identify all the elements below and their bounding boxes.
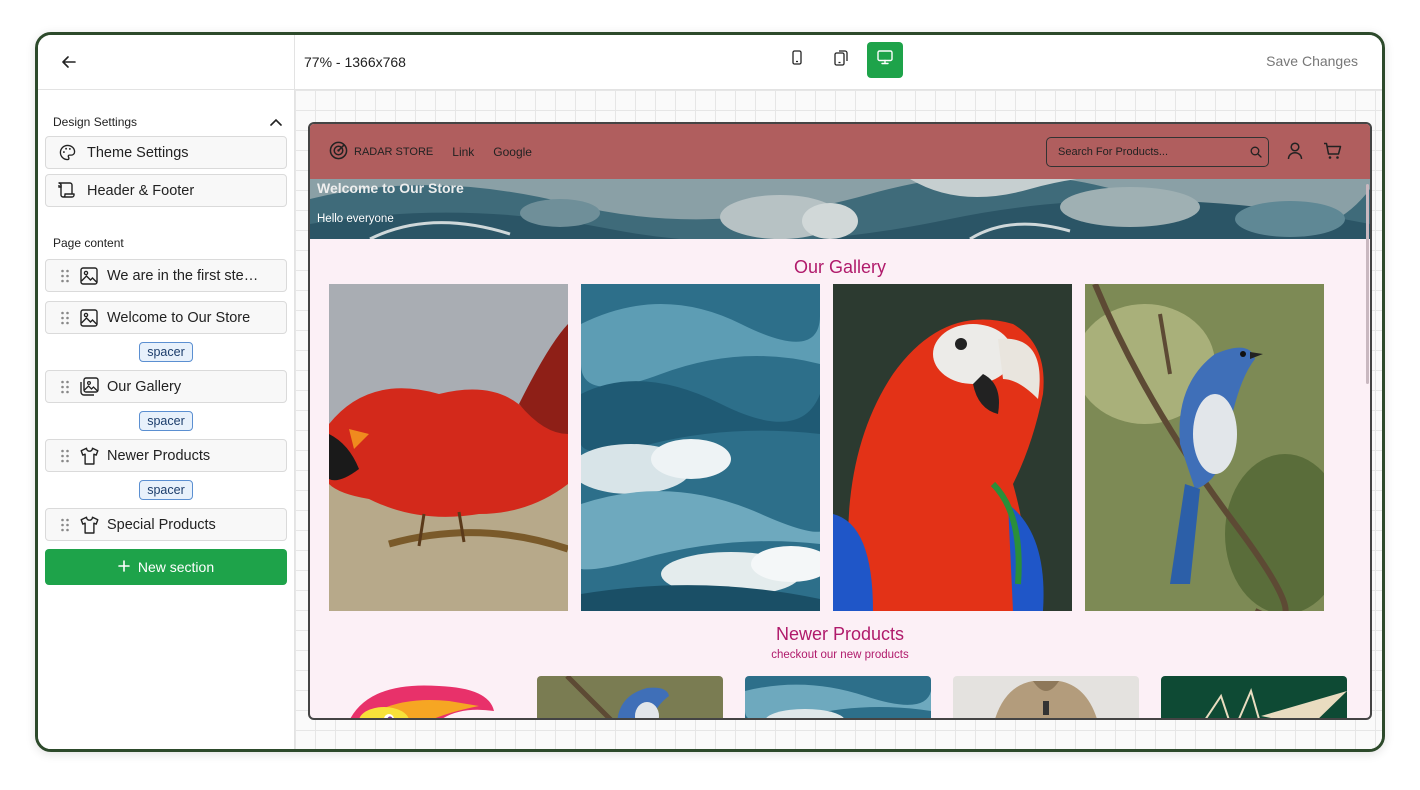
store-search-box[interactable]: Search For Products... (1046, 137, 1269, 167)
images-icon (79, 377, 99, 396)
spacer-row: spacer (38, 403, 294, 439)
newer-products-subtitle: checkout our new products (771, 649, 909, 661)
spacer-row: spacer (38, 472, 294, 508)
store-logo[interactable]: RADAR STORE (329, 141, 433, 163)
header-footer-button[interactable]: Header & Footer (45, 174, 287, 207)
preview-canvas: RADAR STORE Link Google Search For Produ… (295, 90, 1382, 749)
drag-handle-icon[interactable] (56, 269, 74, 283)
tablet-icon (834, 49, 848, 71)
new-section-label: New section (137, 559, 215, 575)
spacer-row: spacer (38, 334, 294, 370)
theme-settings-label: Theme Settings (87, 144, 189, 161)
product-image-waves[interactable] (745, 676, 931, 718)
section-label: We are in the first ste… (107, 267, 259, 284)
sidebar: Design Settings Theme Settings Header & … (38, 35, 295, 749)
device-switcher (779, 42, 903, 78)
product-image-jacket[interactable] (953, 676, 1139, 718)
shirt-icon (79, 447, 99, 465)
zoom-label: 77% - 1366x768 (304, 54, 406, 70)
newer-products-title: Newer Products (775, 624, 905, 644)
sidebar-top-bar (38, 35, 294, 90)
image-icon (79, 308, 99, 327)
desktop-view-button[interactable] (867, 42, 903, 78)
nav-link-google[interactable]: Google (493, 145, 532, 159)
store-header: RADAR STORE Link Google Search For Produ… (310, 124, 1370, 179)
mobile-view-button[interactable] (779, 42, 815, 78)
spacer-tag[interactable]: spacer (139, 480, 193, 500)
spacer-tag[interactable]: spacer (139, 342, 193, 362)
editor-toolbar: 77% - 1366x768 Save Changes (295, 35, 1382, 90)
product-image-bird-logo[interactable] (329, 676, 515, 718)
section-item-gallery[interactable]: Our Gallery (45, 370, 287, 403)
hero-banner: Welcome to Our Store Hello everyone (310, 179, 1370, 239)
back-arrow-icon[interactable] (58, 51, 80, 73)
product-image-bluejay[interactable] (537, 676, 723, 718)
shirt-icon (79, 516, 99, 534)
preview-scrollbar[interactable] (1366, 184, 1369, 384)
tablet-view-button[interactable] (823, 42, 859, 78)
search-icon[interactable] (1244, 146, 1268, 158)
gallery-image-bluejay[interactable] (1085, 284, 1324, 611)
header-footer-label: Header & Footer (87, 182, 195, 199)
design-settings-header[interactable]: Design Settings (38, 112, 294, 132)
gallery-title: Our Gallery (793, 257, 887, 277)
section-item-special-products[interactable]: Special Products (45, 508, 287, 541)
section-label: Our Gallery (107, 378, 182, 395)
section-label: Newer Products (107, 447, 211, 464)
monitor-icon (877, 50, 893, 70)
gallery-image-macaw[interactable] (833, 284, 1072, 611)
gallery-image-waves[interactable] (581, 284, 820, 611)
section-item-welcome[interactable]: Welcome to Our Store (45, 301, 287, 334)
gallery-image-cardinal[interactable] (329, 284, 568, 611)
hero-background-image (310, 179, 1370, 239)
plus-icon (118, 559, 130, 575)
image-icon (79, 266, 99, 285)
sections-list: We are in the first ste… Welcome to Our … (38, 259, 294, 541)
save-changes-button[interactable]: Save Changes (1266, 53, 1358, 69)
theme-settings-button[interactable]: Theme Settings (45, 136, 287, 169)
drag-handle-icon[interactable] (56, 380, 74, 394)
cart-icon[interactable] (1323, 142, 1342, 165)
user-icon[interactable] (1287, 142, 1303, 165)
drag-handle-icon[interactable] (56, 311, 74, 325)
search-placeholder: Search For Products... (1058, 146, 1169, 158)
page-content-title: Page content (53, 236, 124, 250)
radar-logo-icon (329, 141, 348, 163)
hero-subtitle: Hello everyone (317, 213, 394, 225)
hero-title: Welcome to Our Store (317, 180, 464, 196)
gallery-grid (329, 284, 1324, 611)
drag-handle-icon[interactable] (56, 518, 74, 532)
scroll-icon (55, 182, 79, 199)
editor-window: Design Settings Theme Settings Header & … (35, 32, 1385, 752)
spacer-tag[interactable]: spacer (139, 411, 193, 431)
section-label: Welcome to Our Store (107, 309, 251, 326)
section-item-newer-products[interactable]: Newer Products (45, 439, 287, 472)
drag-handle-icon[interactable] (56, 449, 74, 463)
section-item-first-steps[interactable]: We are in the first ste… (45, 259, 287, 292)
products-row (329, 676, 1347, 718)
nav-link[interactable]: Link (452, 145, 474, 159)
section-label: Special Products (107, 516, 216, 533)
new-section-button[interactable]: New section (45, 549, 287, 585)
smartphone-icon (792, 50, 802, 70)
store-brand-name: RADAR STORE (354, 145, 434, 158)
chevron-up-icon[interactable] (270, 115, 282, 129)
design-settings-list: Theme Settings Header & Footer (38, 136, 294, 207)
palette-icon (55, 144, 79, 161)
design-settings-title: Design Settings (53, 115, 138, 129)
product-image-paper-plane[interactable] (1161, 676, 1347, 718)
preview-frame: RADAR STORE Link Google Search For Produ… (308, 122, 1372, 720)
